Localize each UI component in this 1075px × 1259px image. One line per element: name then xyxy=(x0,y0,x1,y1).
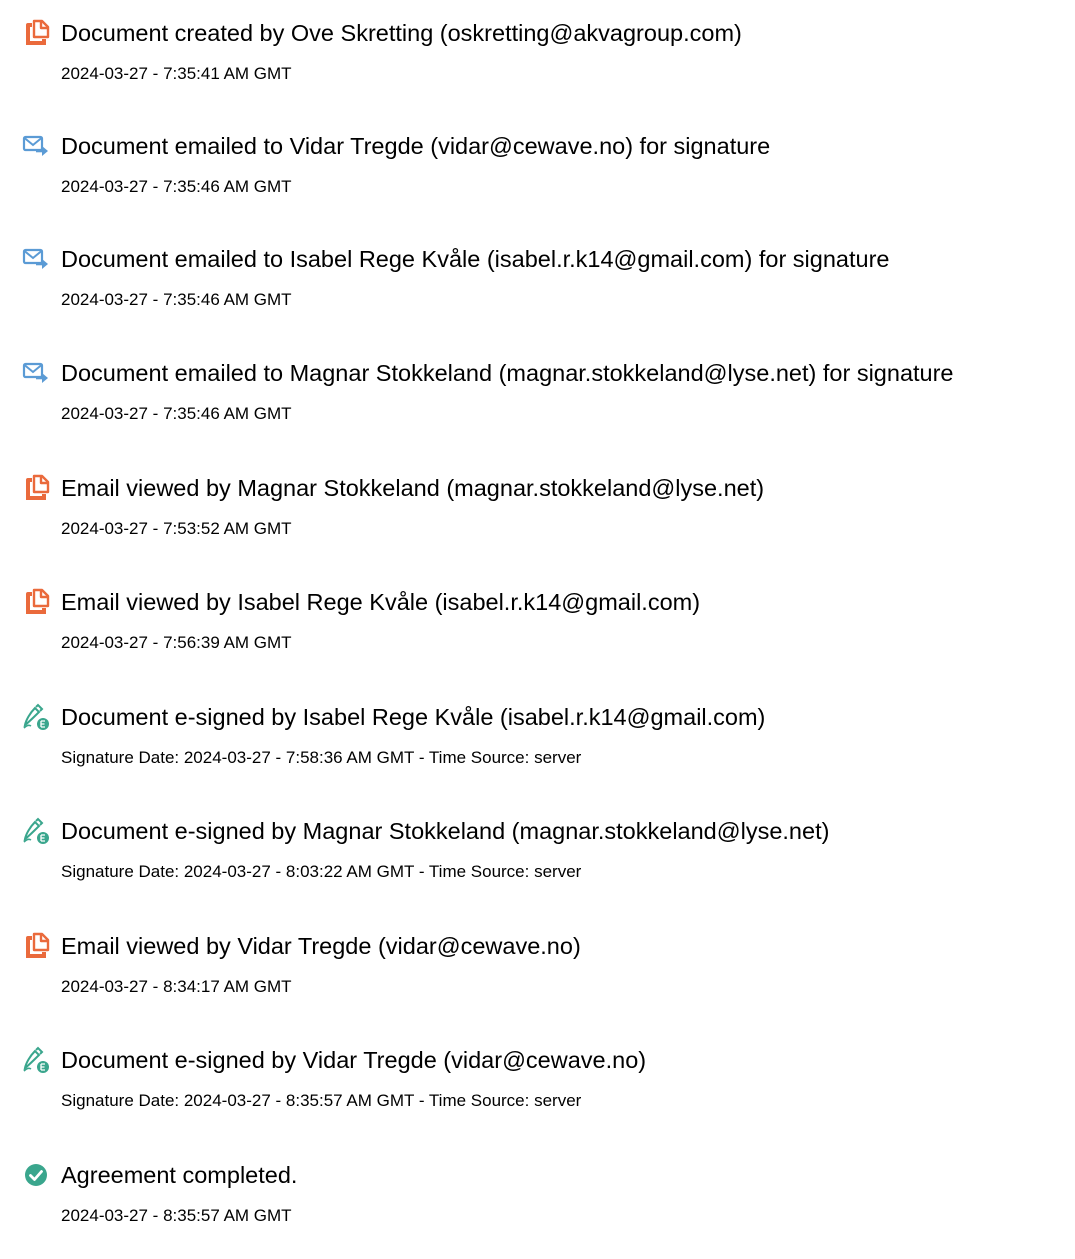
audit-event: Email viewed by Vidar Tregde (vidar@cewa… xyxy=(0,930,1075,1030)
audit-event: Agreement completed. 2024-03-27 - 8:35:5… xyxy=(0,1159,1075,1259)
event-title: Document emailed to Magnar Stokkeland (m… xyxy=(61,360,954,386)
event-title: Email viewed by Magnar Stokkeland (magna… xyxy=(61,475,765,501)
audit-event: Document emailed to Magnar Stokkeland (m… xyxy=(0,357,1075,457)
event-timestamp: 2024-03-27 - 7:53:52 AM GMT xyxy=(61,519,292,538)
email-sent-icon xyxy=(22,245,50,273)
event-title: Document e-signed by Magnar Stokkeland (… xyxy=(61,818,830,844)
event-title: Document e-signed by Vidar Tregde (vidar… xyxy=(61,1047,647,1073)
document-icon xyxy=(22,932,50,960)
event-timestamp: 2024-03-27 - 8:34:17 AM GMT xyxy=(61,977,292,996)
event-timestamp: 2024-03-27 - 7:35:46 AM GMT xyxy=(61,404,292,423)
document-icon xyxy=(22,588,50,616)
event-timestamp: 2024-03-27 - 7:56:39 AM GMT xyxy=(61,633,292,652)
esign-icon xyxy=(22,817,50,845)
document-icon xyxy=(22,474,50,502)
event-timestamp: 2024-03-27 - 7:35:46 AM GMT xyxy=(61,177,292,196)
event-title: Document e-signed by Isabel Rege Kvåle (… xyxy=(61,704,766,730)
audit-event: Email viewed by Magnar Stokkeland (magna… xyxy=(0,472,1075,572)
event-timestamp: 2024-03-27 - 8:35:57 AM GMT xyxy=(61,1206,292,1225)
event-title: Agreement completed. xyxy=(61,1162,298,1188)
email-sent-icon xyxy=(22,359,50,387)
signature-date: Signature Date: 2024-03-27 - 8:03:22 AM … xyxy=(61,862,582,881)
check-circle-icon xyxy=(22,1161,50,1189)
audit-event: Email viewed by Isabel Rege Kvåle (isabe… xyxy=(0,586,1075,686)
audit-event: Document emailed to Isabel Rege Kvåle (i… xyxy=(0,243,1075,343)
audit-event: Document e-signed by Isabel Rege Kvåle (… xyxy=(0,701,1075,801)
audit-event: Document e-signed by Vidar Tregde (vidar… xyxy=(0,1044,1075,1144)
event-title: Document created by Ove Skretting (oskre… xyxy=(61,20,742,46)
event-timestamp: 2024-03-27 - 7:35:46 AM GMT xyxy=(61,290,292,309)
esign-icon xyxy=(22,1046,50,1074)
audit-trail: Document created by Ove Skretting (oskre… xyxy=(0,0,1075,1228)
document-icon xyxy=(22,19,50,47)
esign-icon xyxy=(22,703,50,731)
audit-event: Document emailed to Vidar Tregde (vidar@… xyxy=(0,130,1075,230)
event-title: Document emailed to Isabel Rege Kvåle (i… xyxy=(61,246,890,272)
event-title: Document emailed to Vidar Tregde (vidar@… xyxy=(61,133,771,159)
signature-date: Signature Date: 2024-03-27 - 8:35:57 AM … xyxy=(61,1091,582,1110)
email-sent-icon xyxy=(22,132,50,160)
signature-date: Signature Date: 2024-03-27 - 7:58:36 AM … xyxy=(61,748,582,767)
audit-event: Document created by Ove Skretting (oskre… xyxy=(0,17,1075,117)
audit-event: Document e-signed by Magnar Stokkeland (… xyxy=(0,815,1075,915)
event-timestamp: 2024-03-27 - 7:35:41 AM GMT xyxy=(61,64,292,83)
event-title: Email viewed by Vidar Tregde (vidar@cewa… xyxy=(61,933,581,959)
event-title: Email viewed by Isabel Rege Kvåle (isabe… xyxy=(61,589,701,615)
